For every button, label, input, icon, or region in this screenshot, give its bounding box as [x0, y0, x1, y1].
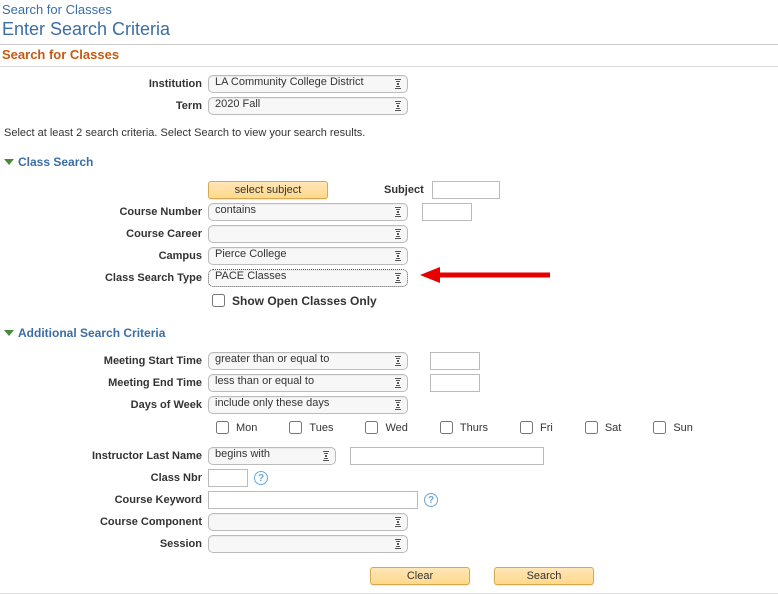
day-sun-checkbox[interactable]: [653, 421, 666, 434]
day-thurs-checkbox[interactable]: [440, 421, 453, 434]
days-checkbox-row: Mon Tues Wed Thurs Fri Sat Sun: [0, 418, 778, 437]
chevron-down-icon: [4, 330, 14, 336]
campus-select[interactable]: Pierce College: [208, 247, 408, 265]
campus-label: Campus: [2, 250, 208, 262]
class-search-section-header[interactable]: Class Search: [0, 149, 778, 175]
course-number-input[interactable]: [422, 203, 472, 221]
day-wed-checkbox[interactable]: [365, 421, 378, 434]
institution-select[interactable]: LA Community College District: [208, 75, 408, 93]
sub-title: Search for Classes: [0, 45, 778, 64]
subject-label: Subject: [384, 184, 432, 196]
day-wed-label: Wed: [385, 422, 407, 434]
days-of-week-select[interactable]: include only these days: [208, 396, 408, 414]
help-icon[interactable]: ?: [254, 471, 268, 485]
search-button[interactable]: Search: [494, 567, 594, 585]
day-fri-checkbox[interactable]: [520, 421, 533, 434]
meeting-end-label: Meeting End Time: [2, 377, 208, 389]
day-mon-label: Mon: [236, 422, 257, 434]
day-fri-label: Fri: [540, 422, 553, 434]
course-number-label: Course Number: [2, 206, 208, 218]
day-sun-label: Sun: [673, 422, 693, 434]
class-search-type-label: Class Search Type: [2, 272, 208, 284]
class-nbr-input[interactable]: [208, 469, 248, 487]
course-career-label: Course Career: [2, 228, 208, 240]
instructor-last-name-label: Instructor Last Name: [2, 450, 208, 462]
meeting-start-input[interactable]: [430, 352, 480, 370]
course-component-label: Course Component: [2, 516, 208, 528]
meeting-start-op-select[interactable]: greater than or equal to: [208, 352, 408, 370]
term-select[interactable]: 2020 Fall: [208, 97, 408, 115]
meeting-end-op-select[interactable]: less than or equal to: [208, 374, 408, 392]
day-tues-checkbox[interactable]: [289, 421, 302, 434]
clear-button[interactable]: Clear: [370, 567, 470, 585]
page-title: Enter Search Criteria: [0, 19, 778, 45]
show-open-only-checkbox[interactable]: [212, 294, 225, 307]
day-thurs-label: Thurs: [460, 422, 488, 434]
day-sat-label: Sat: [605, 422, 622, 434]
course-career-select[interactable]: [208, 225, 408, 243]
instructor-last-name-op-select[interactable]: begins with: [208, 447, 336, 465]
select-subject-button[interactable]: select subject: [208, 181, 328, 199]
meeting-start-label: Meeting Start Time: [2, 355, 208, 367]
additional-section-label: Additional Search Criteria: [18, 326, 165, 340]
class-nbr-label: Class Nbr: [2, 472, 208, 484]
help-icon[interactable]: ?: [424, 493, 438, 507]
course-number-op-select[interactable]: contains: [208, 203, 408, 221]
class-search-section-label: Class Search: [18, 155, 93, 169]
additional-section-header[interactable]: Additional Search Criteria: [0, 320, 778, 346]
day-tues-label: Tues: [309, 422, 333, 434]
day-mon-checkbox[interactable]: [216, 421, 229, 434]
instructions-text: Select at least 2 search criteria. Selec…: [0, 119, 778, 149]
meeting-end-input[interactable]: [430, 374, 480, 392]
breadcrumb-link[interactable]: Search for Classes: [0, 0, 778, 19]
show-open-only-label: Show Open Classes Only: [232, 294, 377, 308]
course-keyword-input[interactable]: [208, 491, 418, 509]
session-select[interactable]: [208, 535, 408, 553]
subject-input[interactable]: [432, 181, 500, 199]
day-sat-checkbox[interactable]: [585, 421, 598, 434]
institution-label: Institution: [2, 78, 208, 90]
session-label: Session: [2, 538, 208, 550]
instructor-last-name-input[interactable]: [350, 447, 544, 465]
course-keyword-label: Course Keyword: [2, 494, 208, 506]
chevron-down-icon: [4, 159, 14, 165]
class-search-type-select[interactable]: PACE Classes: [208, 269, 408, 287]
days-of-week-label: Days of Week: [2, 399, 208, 411]
term-label: Term: [2, 100, 208, 112]
course-component-select[interactable]: [208, 513, 408, 531]
